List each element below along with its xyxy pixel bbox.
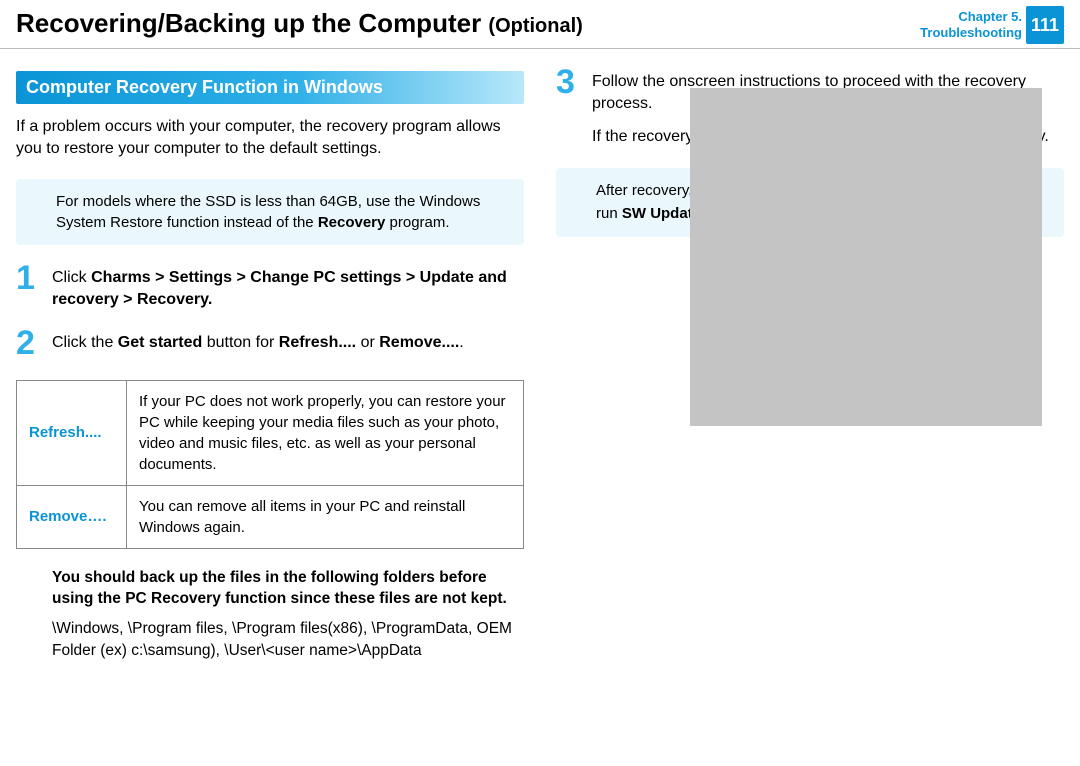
page-header: Recovering/Backing up the Computer (Opti… — [0, 0, 1080, 49]
table-row: Remove…. You can remove all items in you… — [17, 485, 524, 548]
step-2: 2 Click the Get started button for Refre… — [16, 332, 524, 360]
s2-b3: Remove.... — [379, 334, 459, 351]
intro-paragraph: If a problem occurs with your computer, … — [16, 116, 524, 161]
note-bold: Recovery — [318, 214, 386, 231]
backup-warning: You should back up the files in the foll… — [52, 567, 524, 662]
screenshot-placeholder — [690, 88, 1042, 426]
table-row: Refresh.... If your PC does not work pro… — [17, 380, 524, 485]
warn-paths: \Windows, \Program files, \Program files… — [52, 618, 524, 661]
chapter-block: Chapter 5. Troubleshooting 111 — [920, 6, 1064, 44]
step1-prefix: Click — [52, 269, 91, 286]
section-heading: Computer Recovery Function in Windows — [16, 71, 524, 104]
chapter-line1: Chapter 5. — [920, 9, 1022, 25]
step1-bold: Charms > Settings > Change PC settings >… — [52, 269, 507, 308]
step-number: 1 — [16, 261, 40, 295]
s2-mid1: button for — [202, 334, 279, 351]
warn-bold: You should back up the files in the foll… — [52, 567, 524, 610]
s2-prefix: Click the — [52, 334, 118, 351]
step-2-body: Click the Get started button for Refresh… — [52, 332, 524, 354]
page-title: Recovering/Backing up the Computer (Opti… — [16, 8, 583, 39]
s2-b1: Get started — [118, 334, 202, 351]
options-table: Refresh.... If your PC does not work pro… — [16, 380, 524, 549]
step-number: 3 — [556, 65, 580, 99]
s2-suffix: . — [459, 334, 463, 351]
step-number: 2 — [16, 326, 40, 360]
refresh-label: Refresh.... — [17, 380, 127, 485]
s2-mid2: or — [356, 334, 379, 351]
left-column: Computer Recovery Function in Windows If… — [16, 71, 524, 661]
remove-desc: You can remove all items in your PC and … — [127, 485, 524, 548]
refresh-desc: If your PC does not work properly, you c… — [127, 380, 524, 485]
step-1: 1 Click Charms > Settings > Change PC se… — [16, 267, 524, 312]
s2-b2: Refresh.... — [279, 334, 356, 351]
remove-label: Remove…. — [17, 485, 127, 548]
page-number-badge: 111 — [1026, 6, 1064, 44]
chapter-line2: Troubleshooting — [920, 25, 1022, 41]
note-suffix: program. — [385, 214, 449, 231]
chapter-text: Chapter 5. Troubleshooting — [920, 9, 1022, 42]
title-main: Recovering/Backing up the Computer — [16, 8, 488, 38]
ssd-note-box: For models where the SSD is less than 64… — [16, 179, 524, 245]
step-1-body: Click Charms > Settings > Change PC sett… — [52, 267, 524, 312]
title-suffix: (Optional) — [488, 15, 582, 37]
